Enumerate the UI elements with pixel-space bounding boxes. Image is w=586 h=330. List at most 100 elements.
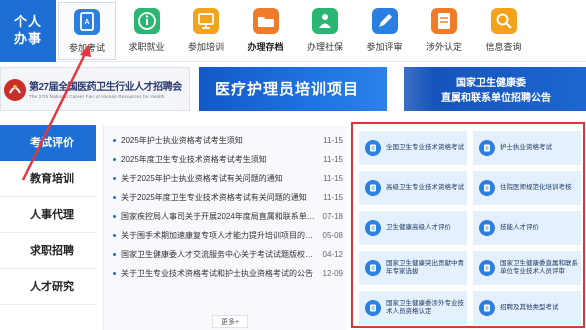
exam-category-label: 卫生健康高级人才评价 <box>386 223 451 231</box>
exam-category-label: 国家卫生健康委直属和联系单位专业技术人员评审 <box>500 259 578 276</box>
exam-category-card[interactable]: 国家卫生健康委涉外专业技术人员资格认定 <box>359 291 467 325</box>
skill-icon <box>479 220 495 236</box>
bullet-icon <box>113 158 116 161</box>
news-item[interactable]: 2025年度卫生专业技术资格考试考生须知 11-15 <box>104 150 347 169</box>
exam-doc-icon: A <box>74 9 100 35</box>
service-label: 求职就业 <box>128 42 165 52</box>
exam-category-card[interactable]: 技能人才评价 <box>473 211 581 245</box>
service-label: 参加评审 <box>366 42 403 52</box>
pen-icon <box>371 8 398 34</box>
service-item[interactable]: 参加评审 <box>356 2 414 60</box>
info-icon <box>133 8 160 34</box>
exam-category-card[interactable]: 全国卫生专业技术资格考试 <box>359 131 467 165</box>
nurse-icon <box>479 140 495 156</box>
service-label: 办理社保 <box>306 42 343 52</box>
bullet-icon <box>113 139 116 142</box>
svg-text:A: A <box>84 19 89 26</box>
recruit-banner-line1: 国家卫生健康委 <box>456 78 526 89</box>
expert-icon <box>365 260 381 276</box>
news-date: 07-18 <box>319 207 343 226</box>
service-label: 信息查询 <box>485 42 522 52</box>
news-item[interactable]: 关于卫生专业技术资格考试和护士执业资格考试的公告 12-09 <box>104 264 347 283</box>
exam-category-label: 国家卫生健康委涉外专业技术人员资格认定 <box>386 299 464 316</box>
news-date: 11-15 <box>320 131 343 150</box>
news-item[interactable]: 关于2025年度卫生专业技术资格考试有关问题的通知 11-15 <box>104 188 347 207</box>
bullet-icon <box>113 177 116 180</box>
exam-category-label: 国家卫生健康突出贡献中青年专家选拔 <box>386 259 464 276</box>
exam-category-card[interactable]: 国家卫生健康突出贡献中青年专家选拔 <box>359 251 467 285</box>
news-date: 11-15 <box>320 169 343 188</box>
service-label: 参加培训 <box>187 42 224 52</box>
personal-services-tab[interactable]: 个人 办事 <box>0 0 56 62</box>
service-item[interactable]: 办理社保 <box>296 2 354 60</box>
exam-category-card[interactable]: 招聘及其他类型考试 <box>473 291 581 325</box>
exam-category-label: 招聘及其他类型考试 <box>500 303 559 311</box>
news-item[interactable]: 关于围手术期加速康复专项人才能力提升培训项目的通知 05-08 <box>104 226 347 245</box>
career-fair-banner[interactable]: 第27届全国医药卫生行业人才招聘会 The 27th National Care… <box>0 67 190 111</box>
foreign-cert-icon <box>365 300 381 316</box>
exam-category-card[interactable]: 护士执业资格考试 <box>473 131 581 165</box>
news-title: 关于2025年护士执业资格考试有关问题的通知 <box>121 174 283 183</box>
news-item[interactable]: 2025年护士执业资格考试考生须知 11-15 <box>104 131 347 150</box>
bullet-icon <box>113 272 116 275</box>
certificate-icon <box>365 140 381 156</box>
exam-category-label: 高级卫生专业技术资格考试 <box>386 183 464 191</box>
personal-tab-line2: 办事 <box>13 31 42 46</box>
news-date: 11-15 <box>320 150 343 169</box>
bullet-icon <box>113 234 116 237</box>
nav-item[interactable]: 考试评价 <box>0 125 96 161</box>
training-icon <box>193 8 219 34</box>
exam-category-card[interactable]: 国家卫生健康委直属和联系单位专业技术人员评审 <box>473 251 581 285</box>
nav-item[interactable]: 人事代理 <box>0 197 96 233</box>
fair-logo-icon <box>4 79 26 101</box>
service-item[interactable]: 办理存档 <box>237 2 295 60</box>
bullet-icon <box>113 253 116 256</box>
hospital-bed-icon <box>479 180 495 196</box>
fair-subtitle: The 27th National Career Fair of Human R… <box>29 94 165 99</box>
exam-category-label: 住院医师规范化培训考核 <box>500 183 572 191</box>
news-item[interactable]: 国家疾控局人事司关于开展2024年度局直属和联系单位公开招聘工作的通知07-18 <box>104 207 347 226</box>
exam-category-label: 全国卫生专业技术资格考试 <box>386 143 464 151</box>
social-security-icon <box>312 8 338 34</box>
service-label: 办理存档 <box>247 42 284 52</box>
news-panel: 2025年护士执业资格考试考生须知 11-15 2025年度卫生专业技术资格考试考生… <box>103 125 347 330</box>
service-item[interactable]: 求职就业 <box>118 2 176 60</box>
nursing-training-banner[interactable]: 医疗护理员培训项目 <box>199 67 387 111</box>
news-title: 关于围手术期加速康复专项人才能力提升培训项目的通知 <box>121 231 317 240</box>
news-date: 04-12 <box>319 245 343 264</box>
exam-category-grid: 全国卫生专业技术资格考试 护士执业资格考试高级卫生专业技术资格考试 住院医师规范化培… <box>359 131 581 325</box>
search-icon <box>490 8 517 34</box>
bullet-icon <box>113 196 116 199</box>
exam-category-card[interactable]: 住院医师规范化培训考核 <box>473 171 581 205</box>
folder-icon <box>252 8 279 34</box>
service-label: 涉外认定 <box>425 42 462 52</box>
service-item[interactable]: 参加培训 <box>177 2 235 60</box>
nav-item[interactable]: 教育培训 <box>0 161 96 197</box>
news-title: 国家疾控局人事司关于开展2024年度局直属和联系单位公开招聘工作的通知 <box>121 212 317 221</box>
news-title: 关于卫生专业技术资格考试和护士执业资格考试的公告 <box>121 269 313 278</box>
service-item[interactable]: 信息查询 <box>475 2 533 60</box>
news-item[interactable]: 国家卫生健康委人才交流服务中心关于考试试题版权保护的声明04-12 <box>104 245 347 264</box>
news-title: 2025年度卫生专业技术资格考试考生须知 <box>121 155 267 164</box>
more-button[interactable]: 更多+ <box>212 315 248 328</box>
nav-item[interactable]: 人才研究 <box>0 269 96 305</box>
exam-category-card[interactable]: 高级卫生专业技术资格考试 <box>359 171 467 205</box>
news-item[interactable]: 关于2025年护士执业资格考试有关问题的通知 11-15 <box>104 169 347 188</box>
news-date: 05-08 <box>319 226 343 245</box>
service-item[interactable]: A 参加考试 <box>58 2 116 60</box>
personal-tab-line1: 个人 <box>13 14 42 29</box>
exam-category-card[interactable]: 卫生健康高级人才评价 <box>359 211 467 245</box>
recruit-banner-line2: 直属和联系单位招聘公告 <box>441 93 551 104</box>
evaluation-icon <box>365 220 381 236</box>
service-item[interactable]: 涉外认定 <box>415 2 473 60</box>
news-title: 关于2025年度卫生专业技术资格考试有关问题的通知 <box>121 193 307 202</box>
foreign-doc-icon <box>431 8 457 34</box>
exam-category-label: 技能人才评价 <box>500 223 539 231</box>
news-list: 2025年护士执业资格考试考生须知 11-15 2025年度卫生专业技术资格考试考生… <box>104 125 347 283</box>
recruitment-banner[interactable]: 国家卫生健康委 直属和联系单位招聘公告 <box>404 67 586 111</box>
service-list: A 参加考试 求职就业 参加培训 办理存档 办理社保 参加评审 涉外认定 信息查询 <box>58 0 534 62</box>
senior-certificate-icon <box>365 180 381 196</box>
review-icon <box>479 260 495 276</box>
exam-category-panel: 全国卫生专业技术资格考试 护士执业资格考试高级卫生专业技术资格考试 住院医师规范化培… <box>351 122 585 328</box>
nav-item[interactable]: 求职招聘 <box>0 233 96 269</box>
